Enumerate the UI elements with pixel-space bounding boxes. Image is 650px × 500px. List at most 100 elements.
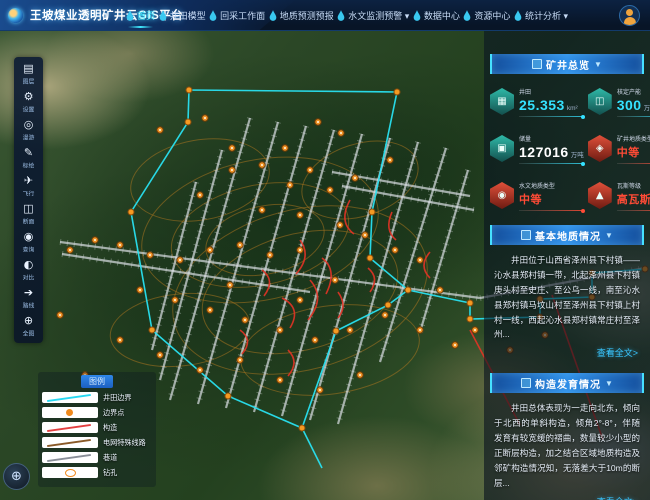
stat-value: 中等 [519,191,542,207]
tool-icon: ➔ [24,287,33,299]
section-title: 矿井总览 [546,57,590,72]
compass-button[interactable]: ⊕ [3,463,30,490]
toolbar-tool-button[interactable]: ✈ 飞行 [14,172,43,200]
avatar-head-icon [626,9,633,16]
toolbar-tool-button[interactable]: ⊕ 全图 [14,312,43,340]
stat-hexagon-icon: ◈ [588,135,612,162]
toolbar-tool-button[interactable]: ◎ 漫游 [14,116,43,144]
stat-card: ◉ 水文地质类型 中等 [490,180,584,211]
stat-underline [519,210,584,211]
stat-underline [519,116,584,117]
legend-swatch-icon [42,452,98,463]
tool-label: 全图 [23,329,35,338]
toolbar-tool-button[interactable]: ⚙ 设置 [14,88,43,116]
nav-item[interactable]: 回采工作面 [209,0,265,30]
stat-label: 矿井地质类型 [617,133,650,142]
right-info-panel: 矿井总览 ▼ ▦ 井田 25.353 km² [484,30,650,500]
stat-label: 储量 [519,133,579,142]
tool-label: 对比 [23,273,35,282]
legend-swatch-icon [42,392,98,403]
stat-underline [519,163,584,164]
nav-item[interactable]: 数据中心 [413,0,460,30]
nav-drop-icon [159,10,167,21]
nav-drop-icon [269,10,277,21]
toolbar-tool-button[interactable]: ◐ 对比 [14,256,43,284]
tool-label: 断面 [23,217,35,226]
avatar-body-icon [624,17,636,25]
tool-icon: ⊕ [24,315,33,327]
nav-item[interactable]: 地质预测预报 [269,0,334,30]
nav-drop-icon [209,10,217,21]
nav-item-label: 回采工作面 [220,9,265,22]
stat-unit: 万吨/年 [644,102,650,112]
tool-label: 图层 [23,77,35,86]
stat-value: 300 [617,97,642,113]
stat-card: ▣ 储量 127016 万吨 [490,133,584,164]
stat-card: ▦ 井田 25.353 km² [490,86,584,117]
toolbar-tool-button[interactable]: ◉ 查询 [14,228,43,256]
legend-item-label: 巷道 [103,452,117,462]
tool-label: 路线 [23,301,35,310]
structure-description: 井田总体表现为一走向北东，倾向于北西的单斜构造，倾角2°-8°，伴随发育有较宽缓… [494,401,640,490]
stat-value: 127016 [519,144,569,160]
tool-label: 漫游 [23,133,35,142]
collapse-arrow-icon: ▼ [605,379,613,388]
nav-item[interactable]: 首页 [126,0,155,30]
stat-unit: km² [567,105,578,112]
legend-swatch-icon [42,437,98,448]
legend-item: 电网特殊线路 [42,437,152,448]
section-header-mine-overview[interactable]: 矿井总览 ▼ [490,54,644,74]
legend-swatch-icon [42,467,98,478]
section-header-structure[interactable]: 构造发育情况 ▼ [490,373,644,393]
legend-item: 钻孔 [42,467,152,478]
tool-label: 查询 [23,245,35,254]
toolbar-tool-button[interactable]: ✎ 标绘 [14,144,43,172]
section-icon [521,230,531,240]
section-title: 基本地质情况 [535,228,601,243]
legend-item-label: 钻孔 [103,467,117,477]
toolbar-tool-button[interactable]: ◫ 断面 [14,200,43,228]
toolbar-tool-button[interactable]: ▤ 图层 [14,60,43,88]
tool-label: 飞行 [23,189,35,198]
geology-description: 井田位于山西省泽州县下村镇——沁水县郑村镇一带，北起泽州县下村镇庚头村至史庄、至… [494,253,640,342]
section-header-basic-geology[interactable]: 基本地质情况 ▼ [490,225,644,245]
nav-item[interactable]: 井田模型 [159,0,206,30]
tool-icon: ◎ [24,119,34,131]
map-legend: 图例 井田边界 边界点 构造 电网特殊线路 巷道 [38,372,156,487]
nav-drop-icon [126,10,134,21]
collapse-arrow-icon: ▼ [605,231,613,240]
legend-item: 边界点 [42,407,152,418]
legend-item-label: 构造 [103,422,117,432]
legend-title: 图例 [81,375,113,388]
nav-item[interactable]: 水文监测预警 ▾ [337,0,409,30]
section-icon [532,59,542,69]
legend-item-label: 井田边界 [103,392,132,402]
nav-item-label: 资源中心 [474,9,510,22]
geology-read-more-link[interactable]: 查看全文> [496,346,638,359]
stat-underline [617,163,650,164]
stat-label: 井田 [519,86,579,95]
stat-value: 中等 [617,144,640,160]
nav-item[interactable]: 资源中心 [463,0,510,30]
stat-hexagon-icon: ▣ [490,135,514,162]
tool-icon: ◫ [23,203,33,215]
stat-label: 核定产能 [617,86,650,95]
nav-item-label: 井田模型 [170,9,206,22]
nav-item-label: 水文监测预警 ▾ [348,9,409,22]
nav-menu: 首页 井田模型 回采工作面 地质预测预报 [126,0,568,30]
tool-icon: ▤ [23,63,33,75]
nav-drop-icon [413,10,421,21]
structure-read-more-link[interactable]: 查看全文> [496,495,638,500]
stat-value: 高瓦斯 [617,191,650,207]
tool-label: 设置 [23,105,35,114]
legend-item: 井田边界 [42,392,152,403]
nav-drop-icon [463,10,471,21]
toolbar-tool-button[interactable]: ➔ 路线 [14,284,43,312]
nav-item[interactable]: 统计分析 ▾ [514,0,568,30]
map-toolbar: ▤ 图层 ⚙ 设置 ◎ 漫游 ✎ 标绘 ✈ 飞行 ◫ 断面 ◉ 查询 ◐ [14,57,43,343]
stat-underline [617,210,650,211]
section-title: 构造发育情况 [535,376,601,391]
legend-item: 巷道 [42,452,152,463]
legend-swatch-icon [42,422,98,433]
user-avatar[interactable] [619,5,640,26]
